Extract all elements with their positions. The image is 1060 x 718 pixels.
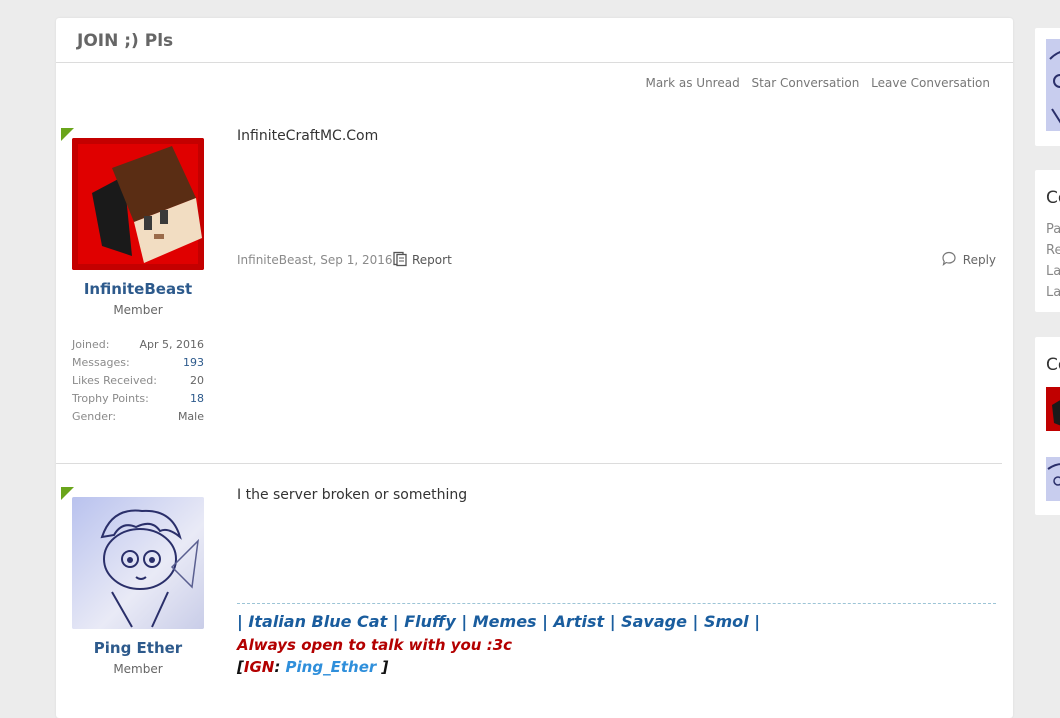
sidebar-info-item: Re xyxy=(1046,243,1060,258)
minecraft-avatar-icon xyxy=(72,138,204,270)
sidebar-info-item: Pa xyxy=(1046,222,1060,237)
post-message: I the server broken or something xyxy=(237,487,468,503)
stat-likes: Likes Received: 20 xyxy=(72,372,204,390)
stat-trophy-points: Trophy Points: 18 xyxy=(72,390,204,408)
signature-bracket: [ xyxy=(237,658,244,676)
signature-colon: : xyxy=(274,658,286,676)
post-user-title: Member xyxy=(113,662,163,676)
stat-value[interactable]: 18 xyxy=(190,390,204,408)
avatar[interactable] xyxy=(72,497,204,629)
stat-gender: Gender: Male xyxy=(72,408,204,426)
avatar[interactable] xyxy=(72,138,204,270)
star-conversation-link[interactable]: Star Conversation xyxy=(752,76,860,90)
sidebar-info-list: Pa Re La La xyxy=(1046,219,1060,303)
reply-label: Reply xyxy=(962,253,996,267)
sidebar-heading: Co xyxy=(1046,188,1060,208)
avatar[interactable] xyxy=(1046,39,1060,131)
reply-button[interactable]: Reply xyxy=(941,251,996,267)
stat-value[interactable]: 193 xyxy=(183,354,204,372)
report-icon xyxy=(393,251,407,267)
sidebar-block-info: Co Pa Re La La xyxy=(1035,170,1060,312)
cartoon-avatar-icon xyxy=(72,497,204,629)
sidebar-block-avatar xyxy=(1035,28,1060,146)
post-username[interactable]: InfiniteBeast xyxy=(72,280,204,298)
post-author-date[interactable]: InfiniteBeast, Sep 1, 2016 xyxy=(237,253,393,267)
stat-label: Gender: xyxy=(72,410,117,423)
ign-label: IGN xyxy=(243,658,275,676)
stat-value: Apr 5, 2016 xyxy=(139,338,204,351)
stat-joined: Joined: Apr 5, 2016 xyxy=(72,336,204,354)
report-button[interactable]: Report xyxy=(392,251,452,267)
signature-line: Always open to talk with you :3c xyxy=(237,636,513,654)
post-username[interactable]: Ping Ether xyxy=(72,639,204,657)
stat-value: 20 xyxy=(190,374,204,387)
conversation-actions: Mark as Unread Star Conversation Leave C… xyxy=(637,76,990,90)
signature-divider xyxy=(237,603,996,604)
cartoon-avatar-icon xyxy=(1046,457,1060,501)
report-label: Report xyxy=(412,253,452,267)
reply-icon xyxy=(942,251,956,266)
participant-avatar[interactable] xyxy=(1046,387,1060,431)
mark-unread-link[interactable]: Mark as Unread xyxy=(645,76,739,90)
conversation-title: JOIN ;) Pls xyxy=(77,31,174,51)
stat-value: Male xyxy=(177,410,204,423)
stat-label: Joined: xyxy=(72,338,110,351)
conversation-panel: JOIN ;) Pls Mark as Unread Star Conversa… xyxy=(56,18,1013,718)
signature-bracket: ] xyxy=(376,658,389,676)
stat-label: Messages: xyxy=(72,356,130,369)
signature-line: | Italian Blue Cat | Fluffy | Memes | Ar… xyxy=(237,612,761,631)
post-divider xyxy=(56,463,1002,464)
leave-conversation-link[interactable]: Leave Conversation xyxy=(871,76,990,90)
cartoon-avatar-icon xyxy=(1046,39,1060,131)
sidebar-heading: Co xyxy=(1046,355,1060,375)
stat-messages: Messages: 193 xyxy=(72,354,204,372)
sidebar-info-item: La xyxy=(1046,264,1060,279)
minecraft-avatar-icon xyxy=(1046,387,1060,431)
ign-value: Ping_Ether xyxy=(285,658,377,676)
post-message: InfiniteCraftMC.Com xyxy=(237,128,379,144)
stat-label: Likes Received: xyxy=(72,374,157,387)
sidebar-block-participants: Co xyxy=(1035,337,1060,515)
user-stats: Joined: Apr 5, 2016 Messages: 193 Likes … xyxy=(72,336,204,426)
post-user-title: Member xyxy=(113,303,163,317)
post-meta: InfiniteBeast, Sep 1, 2016 Report Reply xyxy=(237,251,996,269)
participant-avatar[interactable] xyxy=(1046,457,1060,501)
title-divider xyxy=(56,62,1013,63)
signature-ign-line: [IGN: Ping_Ether ] xyxy=(237,658,388,676)
stat-label: Trophy Points: xyxy=(72,392,149,405)
sidebar-info-item: La xyxy=(1046,285,1060,300)
